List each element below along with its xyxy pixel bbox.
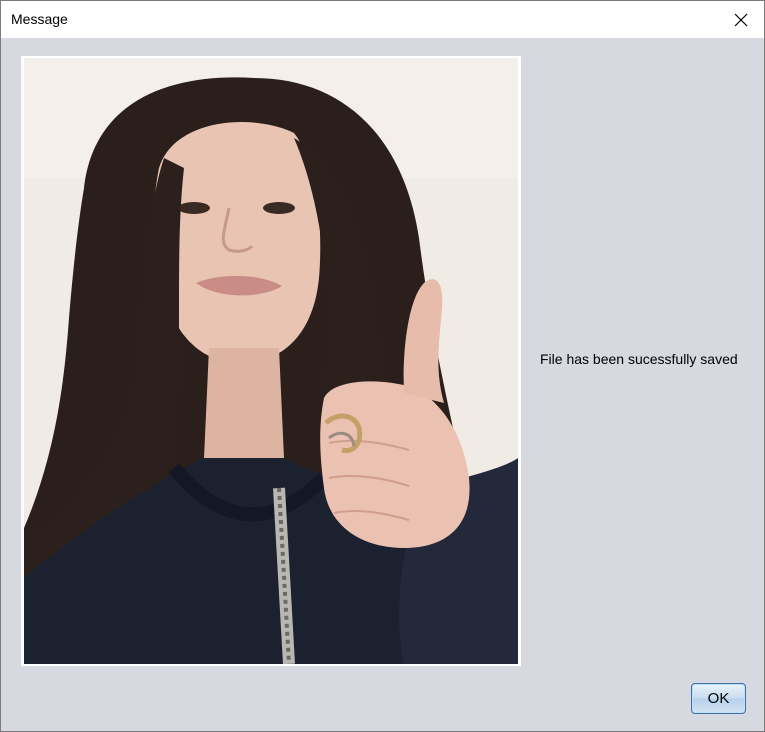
close-icon	[734, 13, 748, 26]
photo-frame	[21, 56, 521, 666]
title-bar[interactable]: Message	[1, 1, 764, 38]
dialog-title: Message	[11, 11, 68, 27]
close-button[interactable]	[718, 1, 764, 38]
status-message: File has been sucessfully saved	[540, 351, 738, 367]
ok-button[interactable]: OK	[691, 683, 746, 714]
message-dialog: Message File has been sucessfully saved …	[0, 0, 765, 732]
user-photo	[24, 58, 518, 664]
